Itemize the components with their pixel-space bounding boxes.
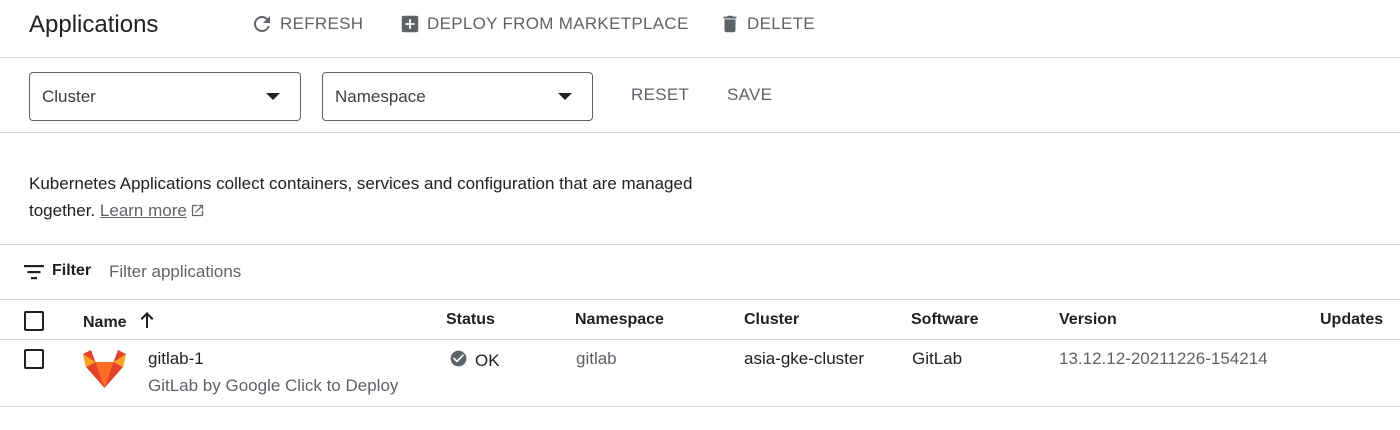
namespace-select[interactable]: Namespace bbox=[322, 72, 593, 121]
status-text: OK bbox=[475, 351, 500, 370]
filter-list-icon[interactable] bbox=[24, 264, 44, 285]
table-row: gitlab-1 GitLab by Google Click to Deplo… bbox=[0, 340, 1400, 407]
learn-more-link[interactable]: Learn more bbox=[100, 201, 187, 220]
dropdown-arrow-icon bbox=[558, 93, 572, 100]
cluster-select[interactable]: Cluster bbox=[29, 72, 301, 121]
arrow-up-icon bbox=[139, 311, 155, 334]
deploy-from-marketplace-button[interactable]: DEPLOY FROM MARKETPLACE bbox=[399, 12, 689, 36]
check-circle-icon bbox=[449, 349, 468, 373]
refresh-label: REFRESH bbox=[280, 14, 364, 33]
delete-button[interactable]: DELETE bbox=[719, 12, 815, 36]
refresh-icon bbox=[250, 12, 274, 36]
trash-icon bbox=[719, 13, 741, 35]
scope-filters: Cluster Namespace RESET SAVE bbox=[0, 58, 1400, 133]
cluster-cell: asia-gke-cluster bbox=[744, 349, 864, 368]
deploy-label: DEPLOY FROM MARKETPLACE bbox=[427, 14, 689, 33]
column-header-version[interactable]: Version bbox=[1059, 311, 1117, 329]
status-cell: OK bbox=[449, 349, 500, 373]
column-header-updates[interactable]: Updates bbox=[1320, 311, 1383, 329]
namespace-link[interactable]: gitlab bbox=[576, 349, 617, 369]
column-header-cluster[interactable]: Cluster bbox=[744, 311, 799, 329]
filter-bar: Filter bbox=[0, 245, 1400, 300]
row-checkbox[interactable] bbox=[24, 349, 44, 369]
column-name-label: Name bbox=[83, 313, 127, 331]
info-text-block: Kubernetes Applications collect containe… bbox=[29, 170, 749, 226]
table-header: Name Status Namespace Cluster Software V… bbox=[0, 300, 1400, 340]
column-header-name[interactable]: Name bbox=[83, 311, 155, 334]
namespace-select-label: Namespace bbox=[335, 86, 426, 106]
open-in-new-icon bbox=[190, 199, 205, 226]
filter-label: Filter bbox=[52, 262, 92, 279]
page-title: Applications bbox=[29, 11, 159, 38]
app-name-link[interactable]: gitlab-1 bbox=[148, 349, 204, 369]
version-cell: 13.12.12-20211226-154214 bbox=[1059, 349, 1268, 368]
info-panel: Kubernetes Applications collect containe… bbox=[0, 133, 1400, 245]
filter-input[interactable] bbox=[109, 258, 509, 286]
add-box-icon bbox=[399, 13, 421, 35]
cluster-select-label: Cluster bbox=[42, 86, 96, 106]
page-header: Applications REFRESH DEPLOY FROM MARKETP… bbox=[0, 0, 1400, 58]
gitlab-logo-icon bbox=[82, 345, 127, 395]
select-all-checkbox[interactable] bbox=[24, 311, 44, 331]
reset-button[interactable]: RESET bbox=[631, 85, 689, 105]
column-header-software[interactable]: Software bbox=[911, 311, 979, 329]
app-description: GitLab by Google Click to Deploy bbox=[148, 376, 399, 395]
delete-label: DELETE bbox=[747, 14, 815, 33]
column-header-namespace[interactable]: Namespace bbox=[575, 311, 664, 329]
software-cell: GitLab bbox=[912, 349, 963, 368]
column-header-status[interactable]: Status bbox=[446, 311, 495, 329]
save-button[interactable]: SAVE bbox=[727, 85, 772, 105]
refresh-button[interactable]: REFRESH bbox=[250, 12, 363, 36]
dropdown-arrow-icon bbox=[266, 93, 280, 100]
